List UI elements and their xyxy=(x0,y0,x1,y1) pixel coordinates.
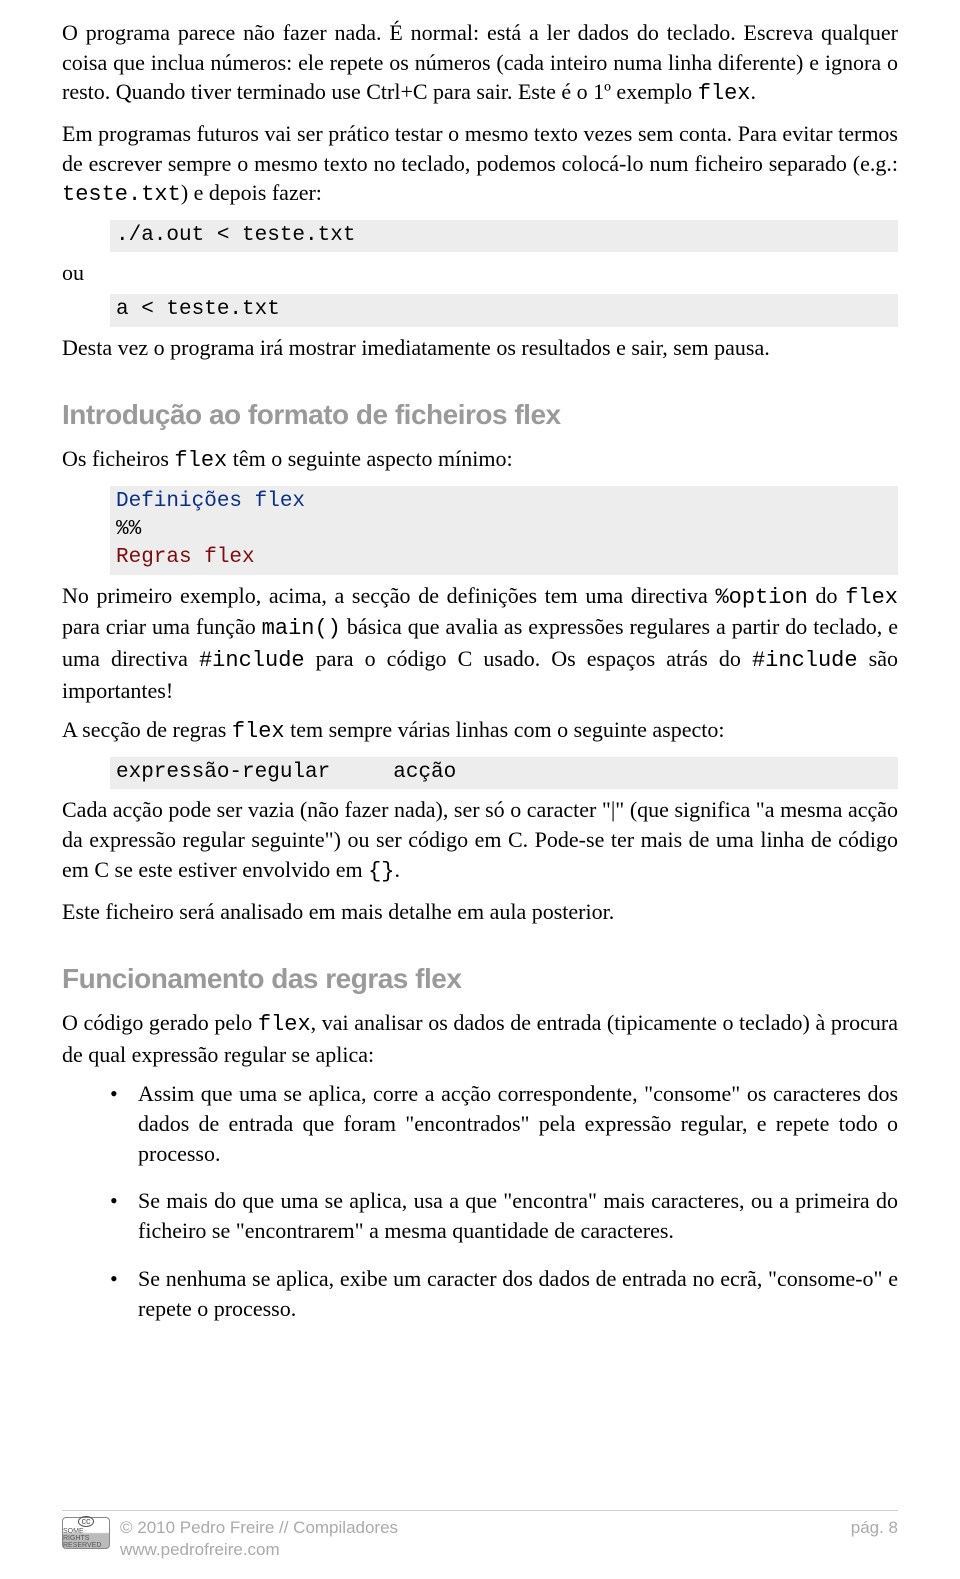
text: para o código C usado. Os espaços atrás … xyxy=(305,646,752,671)
footer-copyright: © 2010 Pedro Freire // Compiladores xyxy=(120,1517,398,1539)
inline-code-flex: flex xyxy=(698,81,751,106)
sec1-paragraph-1: Os ficheiros flex têm o seguinte aspecto… xyxy=(62,444,898,476)
code-block-aout: ./a.out < teste.txt xyxy=(110,220,898,252)
document-page: O programa parece não fazer nada. É norm… xyxy=(0,0,960,1579)
or-label: ou xyxy=(62,258,898,288)
text: A secção de regras xyxy=(62,717,232,742)
sec1-paragraph-2: No primeiro exemplo, acima, a secção de … xyxy=(62,581,898,706)
code-line: %% xyxy=(116,518,141,541)
text: Cada acção pode ser vazia (não fazer nad… xyxy=(62,797,898,881)
sec2-paragraph-1: O código gerado pelo flex, vai analisar … xyxy=(62,1008,898,1069)
text: Em programas futuros vai ser prático tes… xyxy=(62,121,898,176)
section-heading-intro-flex: Introdução ao formato de ficheiros flex xyxy=(62,396,898,434)
text: para criar uma função xyxy=(62,614,262,639)
text: No primeiro exemplo, acima, a secção de … xyxy=(62,583,715,608)
code-line: Definições flex xyxy=(116,490,305,513)
cc-license-icon: cc SOME RIGHTS RESERVED xyxy=(62,1517,110,1549)
text: O programa parece não fazer nada. É norm… xyxy=(62,20,898,104)
inline-code-include: #include xyxy=(199,648,305,673)
text: do xyxy=(808,583,845,608)
cc-text: SOME RIGHTS RESERVED xyxy=(63,1528,109,1549)
sec1-paragraph-5: Este ficheiro será analisado em mais det… xyxy=(62,897,898,927)
intro-paragraph-2: Em programas futuros vai ser prático tes… xyxy=(62,119,898,210)
sec1-paragraph-4: Cada acção pode ser vazia (não fazer nad… xyxy=(62,795,898,886)
text: . xyxy=(751,79,757,104)
inline-code-main: main() xyxy=(262,616,341,641)
text: O código gerado pelo xyxy=(62,1010,258,1035)
inline-code-flex: flex xyxy=(232,719,285,744)
inline-code-flex: flex xyxy=(174,448,227,473)
footer-divider xyxy=(62,1510,898,1511)
code-block-flex-structure: Definições flex %% Regras flex xyxy=(110,486,898,575)
code-line: Regras flex xyxy=(116,546,255,569)
text: têm o seguinte aspecto mínimo: xyxy=(227,446,512,471)
list-item: Se mais do que uma se aplica, usa a que … xyxy=(110,1186,898,1245)
inline-code-flex: flex xyxy=(258,1012,311,1037)
code-block-rule: expressão-regular acção xyxy=(110,757,898,789)
text: . xyxy=(395,857,401,882)
text: ) e depois fazer: xyxy=(181,180,322,205)
intro-paragraph-1: O programa parece não fazer nada. É norm… xyxy=(62,18,898,109)
inline-code-include: #include xyxy=(752,648,858,673)
cc-symbol: cc xyxy=(78,1516,94,1527)
text: tem sempre várias linhas com o seguinte … xyxy=(285,717,725,742)
list-item: Se nenhuma se aplica, exibe um caracter … xyxy=(110,1264,898,1323)
text: Os ficheiros xyxy=(62,446,174,471)
inline-code-flex: flex xyxy=(845,585,898,610)
intro-paragraph-3: Desta vez o programa irá mostrar imediat… xyxy=(62,333,898,363)
section-heading-funcionamento: Funcionamento das regras flex xyxy=(62,960,898,998)
code-block-a: a < teste.txt xyxy=(110,294,898,326)
sec1-paragraph-3: A secção de regras flex tem sempre vária… xyxy=(62,715,898,747)
inline-code-braces: {} xyxy=(368,859,394,884)
bullet-list: Assim que uma se aplica, corre a acção c… xyxy=(62,1079,898,1323)
inline-code-option: %option xyxy=(715,585,807,610)
page-footer: cc SOME RIGHTS RESERVED © 2010 Pedro Fre… xyxy=(0,1510,960,1561)
footer-url: www.pedrofreire.com xyxy=(120,1539,398,1561)
inline-code-teste: teste.txt xyxy=(62,182,181,207)
list-item: Assim que uma se aplica, corre a acção c… xyxy=(110,1079,898,1168)
page-number: pág. 8 xyxy=(851,1517,898,1540)
